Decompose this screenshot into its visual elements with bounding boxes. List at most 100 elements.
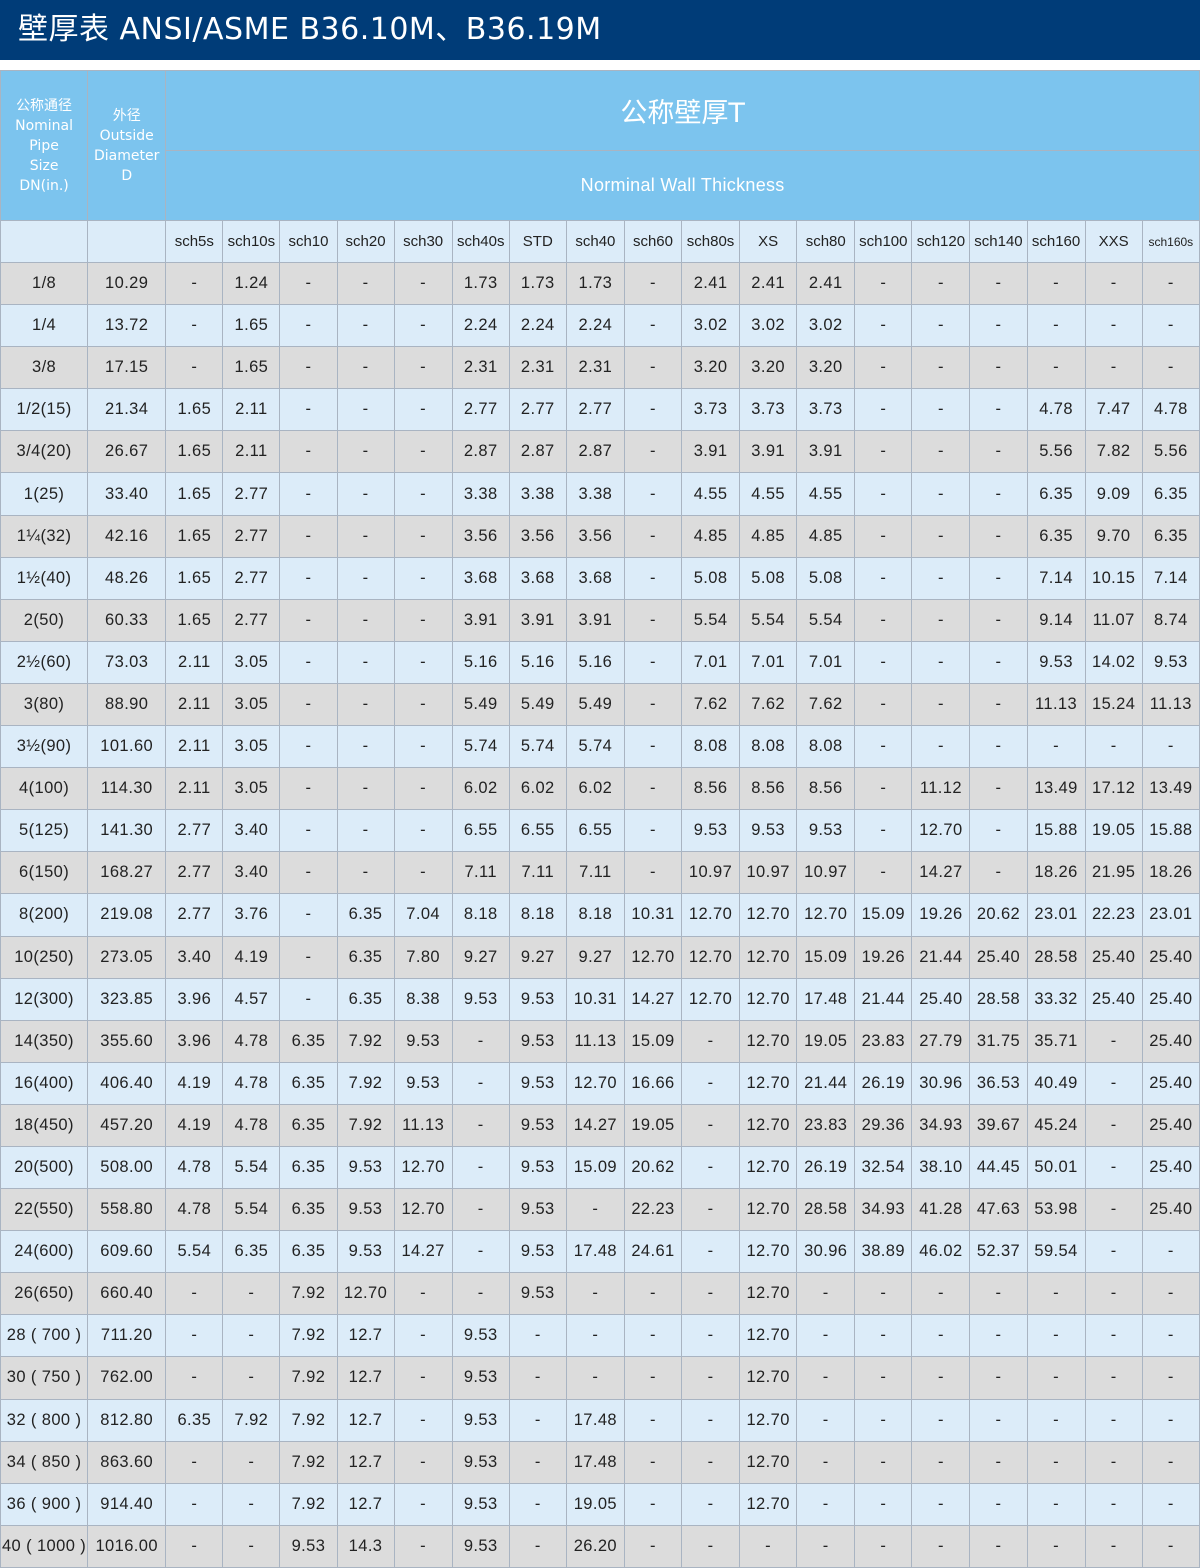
wall-thickness-cell: 39.67 — [969, 1103, 1028, 1147]
wall-thickness-cell: 4.78 — [222, 1061, 281, 1105]
wall-thickness-cell: 14.27 — [911, 851, 971, 895]
wall-thickness-cell: - — [1141, 1230, 1200, 1274]
wall-thickness-cell: - — [911, 682, 971, 727]
wall-thickness-cell: 9.53 — [393, 1061, 453, 1105]
wall-thickness-cell: 7.11 — [451, 851, 510, 895]
wall-thickness-cell: 4.55 — [739, 472, 798, 516]
table-row: 1½(40) 48.26 1.65 2.77- - -3.68 3.68 3.68-5.08 5… — [0, 556, 1200, 600]
wall-thickness-cell: 6.35 — [279, 1103, 338, 1147]
wall-thickness-cell: 6.35 — [336, 935, 395, 979]
table-row: 8(200) 219.08 2.77 3.76-6.35 7.04 8.18 8.18 8.1… — [0, 893, 1200, 937]
wall-thickness-cell: - — [393, 682, 453, 727]
wall-thickness-cell: - — [969, 1356, 1028, 1400]
nominal-size-cell: 28 ( 700 ) — [0, 1314, 89, 1358]
wall-thickness-cell: - — [1141, 1272, 1200, 1316]
wall-thickness-cell: - — [279, 725, 338, 769]
wall-thickness-cell: - — [1141, 304, 1200, 348]
wall-thickness-cell: - — [969, 1314, 1028, 1358]
wall-thickness-cell: - — [279, 767, 338, 811]
wall-thickness-cell: 23.83 — [854, 1019, 913, 1063]
wall-thickness-cell: 9.53 — [508, 1188, 567, 1232]
wall-thickness-cell: - — [623, 304, 683, 348]
schedule-header-cell: XS — [739, 220, 798, 263]
wall-thickness-cell: - — [165, 1314, 224, 1358]
wall-thickness-cell: 10.31 — [623, 893, 683, 937]
wall-thickness-cell: 2.11 — [222, 388, 281, 432]
outside-diameter-header-line: Diameter — [94, 147, 160, 164]
wall-thickness-cell: 32.54 — [854, 1145, 913, 1190]
wall-thickness-cell: 21.44 — [854, 977, 913, 1021]
wall-thickness-cell: - — [1141, 1524, 1200, 1568]
wall-thickness-cell: 31.75 — [969, 1019, 1028, 1063]
wall-thickness-cell: - — [1084, 261, 1143, 306]
wall-thickness-cell: 3.76 — [222, 893, 281, 937]
nominal-size-cell: 1/4 — [0, 304, 89, 348]
wall-thickness-cell: - — [1084, 1356, 1143, 1400]
schedule-header-cell: sch140 — [969, 220, 1028, 263]
outside-diameter-cell: 60.33 — [87, 598, 167, 642]
wall-thickness-cell: 12.70 — [739, 1314, 798, 1358]
wall-thickness-cell: 11.07 — [1084, 598, 1143, 642]
nominal-size-cell: 14(350) — [0, 1019, 89, 1063]
wall-thickness-cell: - — [1141, 1356, 1200, 1400]
wall-thickness-cell: 2.77 — [222, 598, 281, 642]
outside-diameter-cell: 114.30 — [87, 767, 167, 811]
wall-thickness-cell: 7.82 — [1084, 430, 1143, 474]
outside-diameter-cell: 21.34 — [87, 388, 167, 432]
wall-thickness-cell: 2.24 — [565, 304, 625, 348]
nominal-size-cell: 20(500) — [0, 1145, 89, 1190]
nominal-size-cell: 12(300) — [0, 977, 89, 1021]
wall-thickness-cell: - — [393, 556, 453, 600]
wall-thickness-cell: - — [393, 1272, 453, 1316]
wall-thickness-cell: 3.91 — [739, 430, 798, 474]
wall-thickness-cell: - — [165, 1272, 224, 1316]
wall-thickness-cell: - — [680, 1230, 741, 1274]
wall-thickness-cell: 7.47 — [1084, 388, 1143, 432]
schedule-header-cell: sch100 — [854, 220, 913, 263]
wall-thickness-cell: - — [1141, 1440, 1200, 1484]
outside-diameter-cell: 508.00 — [87, 1145, 167, 1190]
wall-thickness-cell: 3.96 — [165, 977, 224, 1021]
wall-thickness-cell: 46.02 — [911, 1230, 971, 1274]
schedule-header-cell: sch10s — [222, 220, 281, 263]
outside-diameter-cell: 73.03 — [87, 640, 167, 684]
wall-thickness-cell: - — [969, 556, 1028, 600]
nominal-size-cell: 4(100) — [0, 767, 89, 811]
wall-thickness-cell: 5.56 — [1026, 430, 1086, 474]
wall-thickness-cell: - — [623, 640, 683, 684]
wall-thickness-cell: - — [854, 682, 913, 727]
wall-thickness-cell: 2.41 — [796, 261, 856, 306]
wall-thickness-cell: 9.53 — [451, 1398, 510, 1442]
wall-thickness-cell: 2.77 — [165, 893, 224, 937]
wall-thickness-cell: 9.53 — [508, 1145, 567, 1190]
wall-thickness-cell: 8.74 — [1141, 598, 1200, 642]
wall-thickness-cell: 12.70 — [739, 1103, 798, 1147]
outside-diameter-header: 外径 Outside Diameter D — [87, 70, 167, 221]
wall-thickness-cell: 2.31 — [508, 346, 567, 390]
wall-thickness-cell: 3.73 — [680, 388, 741, 432]
wall-thickness-cell: 25.40 — [1084, 935, 1143, 979]
wall-thickness-cell: - — [279, 809, 338, 853]
wall-thickness-cell: - — [393, 809, 453, 853]
wall-thickness-cell: 3.38 — [451, 472, 510, 516]
wall-thickness-cell: 9.53 — [508, 1272, 567, 1316]
wall-thickness-cell: 4.78 — [1026, 388, 1086, 432]
nominal-size-cell: 2(50) — [0, 598, 89, 642]
wall-thickness-cell: - — [854, 1356, 913, 1400]
table-row: 1(25) 33.40 1.65 2.77- - -3.38 3.38 3.38-4.55 4.… — [0, 472, 1200, 516]
wall-thickness-cell: - — [279, 640, 338, 684]
wall-thickness-cell: - — [222, 1314, 281, 1358]
wall-thickness-cell: 4.55 — [796, 472, 856, 516]
wall-thickness-cell: 7.92 — [279, 1398, 338, 1442]
wall-thickness-cell: 5.16 — [451, 640, 510, 684]
wall-thickness-cell: 2.11 — [165, 640, 224, 684]
wall-thickness-cell: 9.53 — [508, 1103, 567, 1147]
wall-thickness-cell: - — [680, 1188, 741, 1232]
outside-diameter-cell: 273.05 — [87, 935, 167, 979]
schedule-header-cell: sch5s — [165, 220, 224, 263]
wall-thickness-cell: - — [1141, 1398, 1200, 1442]
wall-thickness-cell: 2.87 — [508, 430, 567, 474]
wall-thickness-cell: - — [911, 304, 971, 348]
wall-thickness-cell: 12.70 — [739, 1272, 798, 1316]
wall-thickness-cell: 2.11 — [165, 682, 224, 727]
